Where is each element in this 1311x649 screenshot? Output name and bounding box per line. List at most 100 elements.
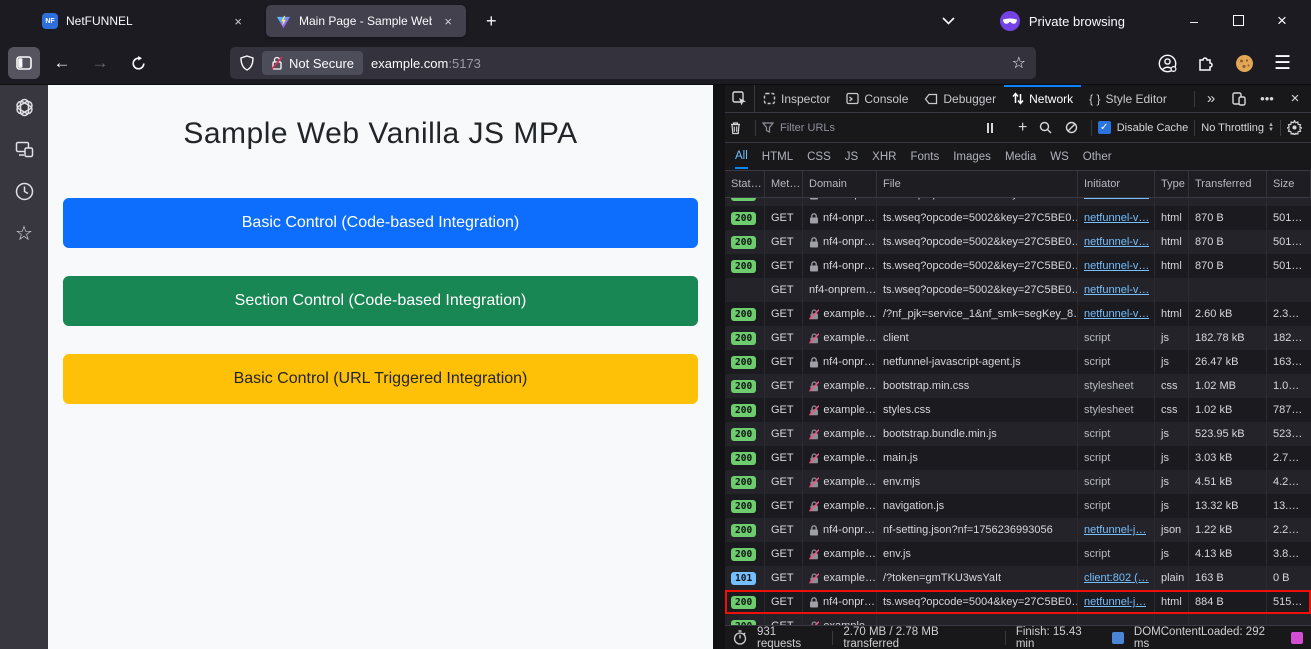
extensions-puzzle-icon[interactable] xyxy=(1197,54,1215,72)
stopwatch-icon[interactable] xyxy=(733,630,747,645)
shield-icon[interactable] xyxy=(240,55,254,71)
filter-ws[interactable]: WS xyxy=(1050,146,1069,168)
tab-close-icon[interactable]: × xyxy=(440,12,456,31)
initiator-link[interactable]: netfunnel-v… xyxy=(1084,212,1149,224)
clear-requests-trash-icon[interactable] xyxy=(729,121,749,135)
search-icon[interactable] xyxy=(1039,121,1059,134)
table-row[interactable]: 200GETexample…bootstrap.min.cssstyleshee… xyxy=(725,374,1311,398)
devtools-splitter[interactable] xyxy=(713,85,725,649)
transferred-cell: 870 B xyxy=(1189,198,1267,206)
table-row[interactable]: 200GETexample…styles.cssstylesheetcss1.0… xyxy=(725,398,1311,422)
control-button-1[interactable]: Section Control (Code-based Integration) xyxy=(63,276,698,326)
column-header-method[interactable]: Met… xyxy=(765,171,803,197)
column-header-status[interactable]: Stat… xyxy=(725,171,765,197)
table-row[interactable]: 200GETexample…bootstrap.bundle.min.jsscr… xyxy=(725,422,1311,446)
forward-button[interactable]: → xyxy=(84,47,116,79)
add-icon[interactable]: + xyxy=(1013,119,1033,137)
block-icon[interactable] xyxy=(1065,121,1085,134)
initiator-link[interactable]: netfunnel-v… xyxy=(1084,198,1149,200)
initiator-link[interactable]: netfunnel-v… xyxy=(1084,236,1149,248)
bookmark-star-icon[interactable]: ☆ xyxy=(1012,53,1026,73)
cookie-icon[interactable] xyxy=(1235,54,1254,73)
tab-network[interactable]: Network xyxy=(1004,85,1081,112)
ai-chatbot-icon[interactable] xyxy=(14,97,34,117)
tab-debugger[interactable]: Debugger xyxy=(916,85,1004,112)
bookmarks-star-icon[interactable]: ☆ xyxy=(14,223,34,243)
table-row[interactable]: 200GETnf4-onpr…ts.wseq?opcode=5004&key=2… xyxy=(725,590,1311,614)
tab-console[interactable]: Console xyxy=(838,85,916,112)
initiator-link[interactable]: netfunnel-v… xyxy=(1084,308,1149,320)
tab-close-icon[interactable]: × xyxy=(230,12,246,31)
url-bar[interactable]: Not Secure example.com:5173 ☆ xyxy=(230,47,1036,79)
account-icon[interactable] xyxy=(1158,54,1177,73)
initiator-cell: script xyxy=(1078,470,1155,494)
tab-inspector[interactable]: Inspector xyxy=(755,85,838,112)
filter-other[interactable]: Other xyxy=(1083,146,1112,168)
network-settings-gear-icon[interactable] xyxy=(1287,120,1307,135)
column-header-initiator[interactable]: Initiator xyxy=(1078,171,1155,197)
devtools-meatball-menu-icon[interactable]: ••• xyxy=(1255,91,1279,106)
filter-fonts[interactable]: Fonts xyxy=(910,146,939,168)
status-badge: 200 xyxy=(731,596,756,609)
initiator-link[interactable]: netfunnel-j… xyxy=(1084,596,1146,608)
column-header-transferred[interactable]: Transferred xyxy=(1189,171,1267,197)
initiator-link[interactable]: netfunnel-v… xyxy=(1084,284,1149,296)
initiator-link[interactable]: netfunnel-v… xyxy=(1084,260,1149,272)
control-button-0[interactable]: Basic Control (Code-based Integration) xyxy=(63,198,698,248)
tab-main-page[interactable]: Main Page - Sample Web × xyxy=(266,5,466,37)
table-row[interactable]: 200GETexample…clientscriptjs182.78 kB182… xyxy=(725,326,1311,350)
devtools-close-icon[interactable]: × xyxy=(1283,90,1307,107)
more-tabs-chevrons-icon[interactable]: » xyxy=(1199,90,1223,107)
pause-icon[interactable] xyxy=(987,123,1007,133)
table-row[interactable]: 200GETnf4-onpr…nf-setting.json?nf=175623… xyxy=(725,518,1311,542)
filter-css[interactable]: CSS xyxy=(807,146,831,168)
back-button[interactable]: ← xyxy=(46,47,78,79)
table-row[interactable]: 200GETnf4-onpr…ts.wseq?opcode=5002&key=2… xyxy=(725,230,1311,254)
sidebar-toggle-button[interactable] xyxy=(8,47,40,79)
responsive-design-icon[interactable] xyxy=(1227,92,1251,106)
table-row[interactable]: 200GETexample…env.mjsscriptjs4.51 kB4.2… xyxy=(725,470,1311,494)
disable-cache-checkbox[interactable]: ✓ xyxy=(1098,121,1111,134)
filter-all[interactable]: All xyxy=(735,145,748,169)
table-row[interactable]: 101GETexample…/?token=gmTKU3wsYaItclient… xyxy=(725,566,1311,590)
minimize-button[interactable]: – xyxy=(1179,13,1209,29)
table-row[interactable]: 200GETexample…/?nf_pjk=service_1&nf_smk=… xyxy=(725,302,1311,326)
not-secure-chip[interactable]: Not Secure xyxy=(262,51,363,75)
pick-element-icon[interactable] xyxy=(725,85,755,112)
table-row[interactable]: 200GETnf4-onpr…ts.wseq?opcode=5002&key=2… xyxy=(725,206,1311,230)
table-row[interactable]: 200GETnf4-onpr…netfunnel-javascript-agen… xyxy=(725,350,1311,374)
table-row[interactable]: 200GETexample…navigation.jsscriptjs13.32… xyxy=(725,494,1311,518)
table-row[interactable]: 200GETnf4-onpr…ts.wseq?opcode=5002&key=2… xyxy=(725,198,1311,206)
synced-tabs-icon[interactable] xyxy=(14,139,34,159)
table-row[interactable]: GETnf4-onprem…ts.wseq?opcode=5002&key=27… xyxy=(725,278,1311,302)
throttling-select[interactable]: No Throttling ▲▼ xyxy=(1201,122,1274,134)
window-close-button[interactable]: × xyxy=(1267,11,1297,31)
column-header-file[interactable]: File xyxy=(877,171,1078,197)
new-tab-button[interactable]: + xyxy=(478,11,505,32)
filter-urls-input[interactable]: Filter URLs xyxy=(780,122,835,134)
tab-netfunnel[interactable]: NF NetFUNNEL × xyxy=(32,5,256,37)
filter-images[interactable]: Images xyxy=(953,146,991,168)
type-cell: json xyxy=(1155,518,1189,542)
column-header-type[interactable]: Type xyxy=(1155,171,1189,197)
initiator-link[interactable]: client:802 (… xyxy=(1084,572,1149,584)
table-row[interactable]: 200GETnf4-onpr…ts.wseq?opcode=5002&key=2… xyxy=(725,254,1311,278)
table-row[interactable]: 200GETexample… xyxy=(725,614,1311,625)
reload-button[interactable] xyxy=(122,47,154,79)
column-header-size[interactable]: Size xyxy=(1267,171,1311,197)
history-clock-icon[interactable] xyxy=(14,181,34,201)
menu-hamburger-icon[interactable]: ☰ xyxy=(1274,52,1291,75)
table-row[interactable]: 200GETexample…env.jsscriptjs4.13 kB3.8… xyxy=(725,542,1311,566)
list-tabs-chevron-down-icon[interactable] xyxy=(942,17,955,25)
filter-js[interactable]: JS xyxy=(845,146,858,168)
control-button-2[interactable]: Basic Control (URL Triggered Integration… xyxy=(63,354,698,404)
initiator-link[interactable]: netfunnel-j… xyxy=(1084,524,1146,536)
filter-xhr[interactable]: XHR xyxy=(872,146,896,168)
column-header-domain[interactable]: Domain xyxy=(803,171,877,197)
maximize-button[interactable] xyxy=(1223,13,1253,29)
filter-media[interactable]: Media xyxy=(1005,146,1036,168)
size-cell: 2.2… xyxy=(1267,518,1311,542)
filter-html[interactable]: HTML xyxy=(762,146,793,168)
table-row[interactable]: 200GETexample…main.jsscriptjs3.03 kB2.7… xyxy=(725,446,1311,470)
tab-style-editor[interactable]: { } Style Editor xyxy=(1081,85,1175,112)
